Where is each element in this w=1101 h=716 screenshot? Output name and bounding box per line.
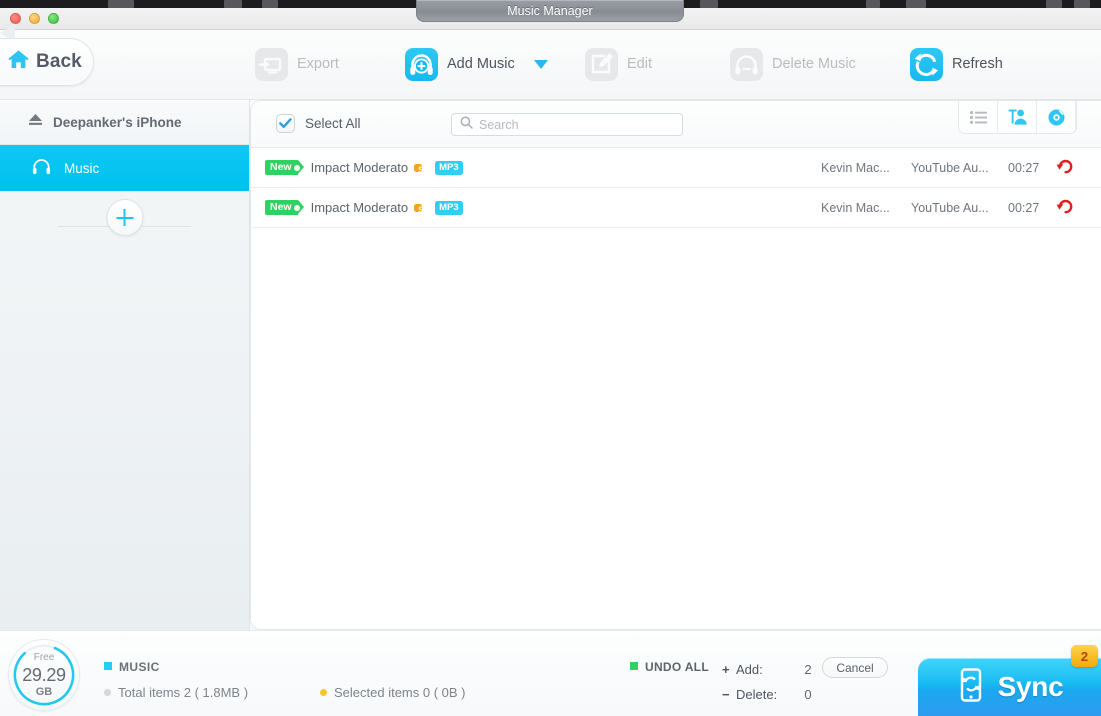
total-items-legend: Total items 2 ( 1.8MB )	[104, 685, 248, 700]
search-icon	[460, 116, 473, 134]
sidebar-add-area	[0, 191, 249, 261]
refresh-button[interactable]: Refresh	[910, 42, 1003, 86]
refresh-icon	[910, 47, 943, 81]
track-album: YouTube Au...	[911, 160, 989, 175]
delete-music-button[interactable]: Delete Music	[730, 42, 856, 86]
pending-counts: + Add: 2 − Delete: 0	[722, 657, 828, 707]
maximize-button[interactable]	[48, 13, 59, 24]
sidebar: Deepanker's iPhone Music	[0, 100, 250, 630]
selected-items-legend: Selected items 0 ( 0B )	[320, 685, 466, 700]
storage-indicator: Free 29.29 GB	[8, 639, 80, 711]
track-duration: 00:27	[1008, 200, 1040, 215]
export-label: Export	[297, 56, 339, 72]
sidebar-item-music[interactable]: Music	[0, 145, 249, 191]
window-controls[interactable]	[10, 13, 59, 24]
table-row[interactable]: New Impact Moderato SQ MP3 Kevin Mac... …	[251, 188, 1101, 228]
view-toggle-group[interactable]	[958, 101, 1077, 134]
track-list: New Impact Moderato SQ MP3 Kevin Mac... …	[251, 148, 1101, 228]
storage-value: 29.29	[22, 664, 66, 685]
minimize-button[interactable]	[29, 13, 40, 24]
add-music-icon	[405, 47, 438, 81]
add-label: Add:	[736, 662, 763, 677]
device-row[interactable]: Deepanker's iPhone	[0, 100, 249, 145]
edit-label: Edit	[627, 56, 652, 72]
list-view-button[interactable]	[959, 101, 998, 133]
storage-unit: GB	[35, 685, 53, 698]
music-color-swatch	[104, 662, 112, 670]
search-input[interactable]	[479, 117, 665, 132]
track-duration: 00:27	[1008, 160, 1040, 175]
undo-icon[interactable]	[1056, 197, 1074, 220]
undo-all-label: UNDO ALL	[645, 660, 709, 674]
add-sign: +	[722, 662, 730, 677]
sync-count-badge: 2	[1071, 645, 1098, 667]
total-color-dot	[104, 689, 111, 696]
headphones-icon	[32, 158, 51, 178]
delete-sign: −	[722, 687, 730, 702]
cancel-button-label: Cancel	[836, 660, 874, 675]
delete-count-row: − Delete: 0	[722, 682, 828, 707]
undo-all-button[interactable]: UNDO ALL	[630, 660, 709, 674]
sidebar-item-music-label: Music	[64, 160, 100, 176]
music-manager-window: Music Manager Back Export Add Music Edit…	[0, 0, 1101, 716]
edit-icon	[585, 47, 618, 81]
list-header: Select All	[251, 101, 1101, 148]
undo-all-swatch	[630, 662, 638, 670]
category-label: MUSIC	[119, 660, 160, 674]
edit-button[interactable]: Edit	[585, 42, 652, 86]
window-title-tab[interactable]: Music Manager	[416, 0, 684, 22]
track-title: Impact Moderato	[310, 200, 409, 215]
sync-icon	[956, 667, 986, 707]
device-name: Deepanker's iPhone	[53, 114, 182, 130]
eject-icon[interactable]	[28, 113, 43, 131]
refresh-label: Refresh	[952, 56, 1003, 72]
back-button[interactable]: Back	[0, 38, 94, 86]
delete-music-icon	[730, 47, 763, 81]
add-category-button[interactable]	[106, 199, 143, 236]
back-button-label: Back	[36, 51, 82, 72]
delete-music-label: Delete Music	[772, 56, 856, 72]
close-button[interactable]	[10, 13, 21, 24]
delete-label: Delete:	[736, 687, 778, 702]
track-artist: Kevin Mac...	[821, 200, 890, 215]
track-artist: Kevin Mac...	[821, 160, 890, 175]
add-music-label: Add Music	[447, 56, 515, 72]
selected-color-dot	[320, 689, 327, 696]
add-count-row: + Add: 2	[722, 657, 828, 682]
storage-caption: Free	[33, 651, 55, 663]
format-badge: MP3	[435, 160, 463, 175]
track-album: YouTube Au...	[911, 200, 989, 215]
quality-badge: SQ	[414, 203, 432, 216]
chevron-down-icon[interactable]	[533, 59, 548, 69]
delete-count: 0	[804, 687, 812, 702]
search-box[interactable]	[451, 113, 683, 136]
back-button-wrap: Back	[0, 24, 94, 86]
content-panel: Select All Search New Impact Moderato SQ…	[250, 100, 1101, 630]
category-legend: MUSIC	[104, 660, 160, 674]
sync-button-label: Sync	[997, 671, 1064, 702]
track-title: Impact Moderato	[310, 160, 409, 175]
select-all-checkbox[interactable]	[276, 114, 295, 133]
format-badge: MP3	[435, 200, 463, 215]
add-music-button[interactable]: Add Music	[405, 42, 548, 86]
total-items-label: Total items 2 ( 1.8MB )	[118, 685, 249, 700]
artist-view-button[interactable]	[998, 101, 1037, 133]
undo-icon[interactable]	[1056, 157, 1074, 180]
select-all-label: Select All	[305, 116, 361, 131]
table-row[interactable]: New Impact Moderato SQ MP3 Kevin Mac... …	[251, 148, 1101, 188]
select-all-control[interactable]: Select All	[276, 114, 361, 133]
new-badge: New	[265, 160, 304, 175]
export-icon	[255, 47, 288, 81]
quality-badge: SQ	[414, 163, 432, 176]
cancel-button[interactable]: Cancel	[822, 657, 888, 678]
home-icon	[8, 50, 29, 74]
export-button[interactable]: Export	[255, 42, 339, 86]
window-title: Music Manager	[507, 3, 593, 18]
new-badge: New	[265, 200, 304, 215]
selected-items-label: Selected items 0 ( 0B )	[334, 685, 466, 700]
album-view-button[interactable]	[1037, 101, 1076, 133]
